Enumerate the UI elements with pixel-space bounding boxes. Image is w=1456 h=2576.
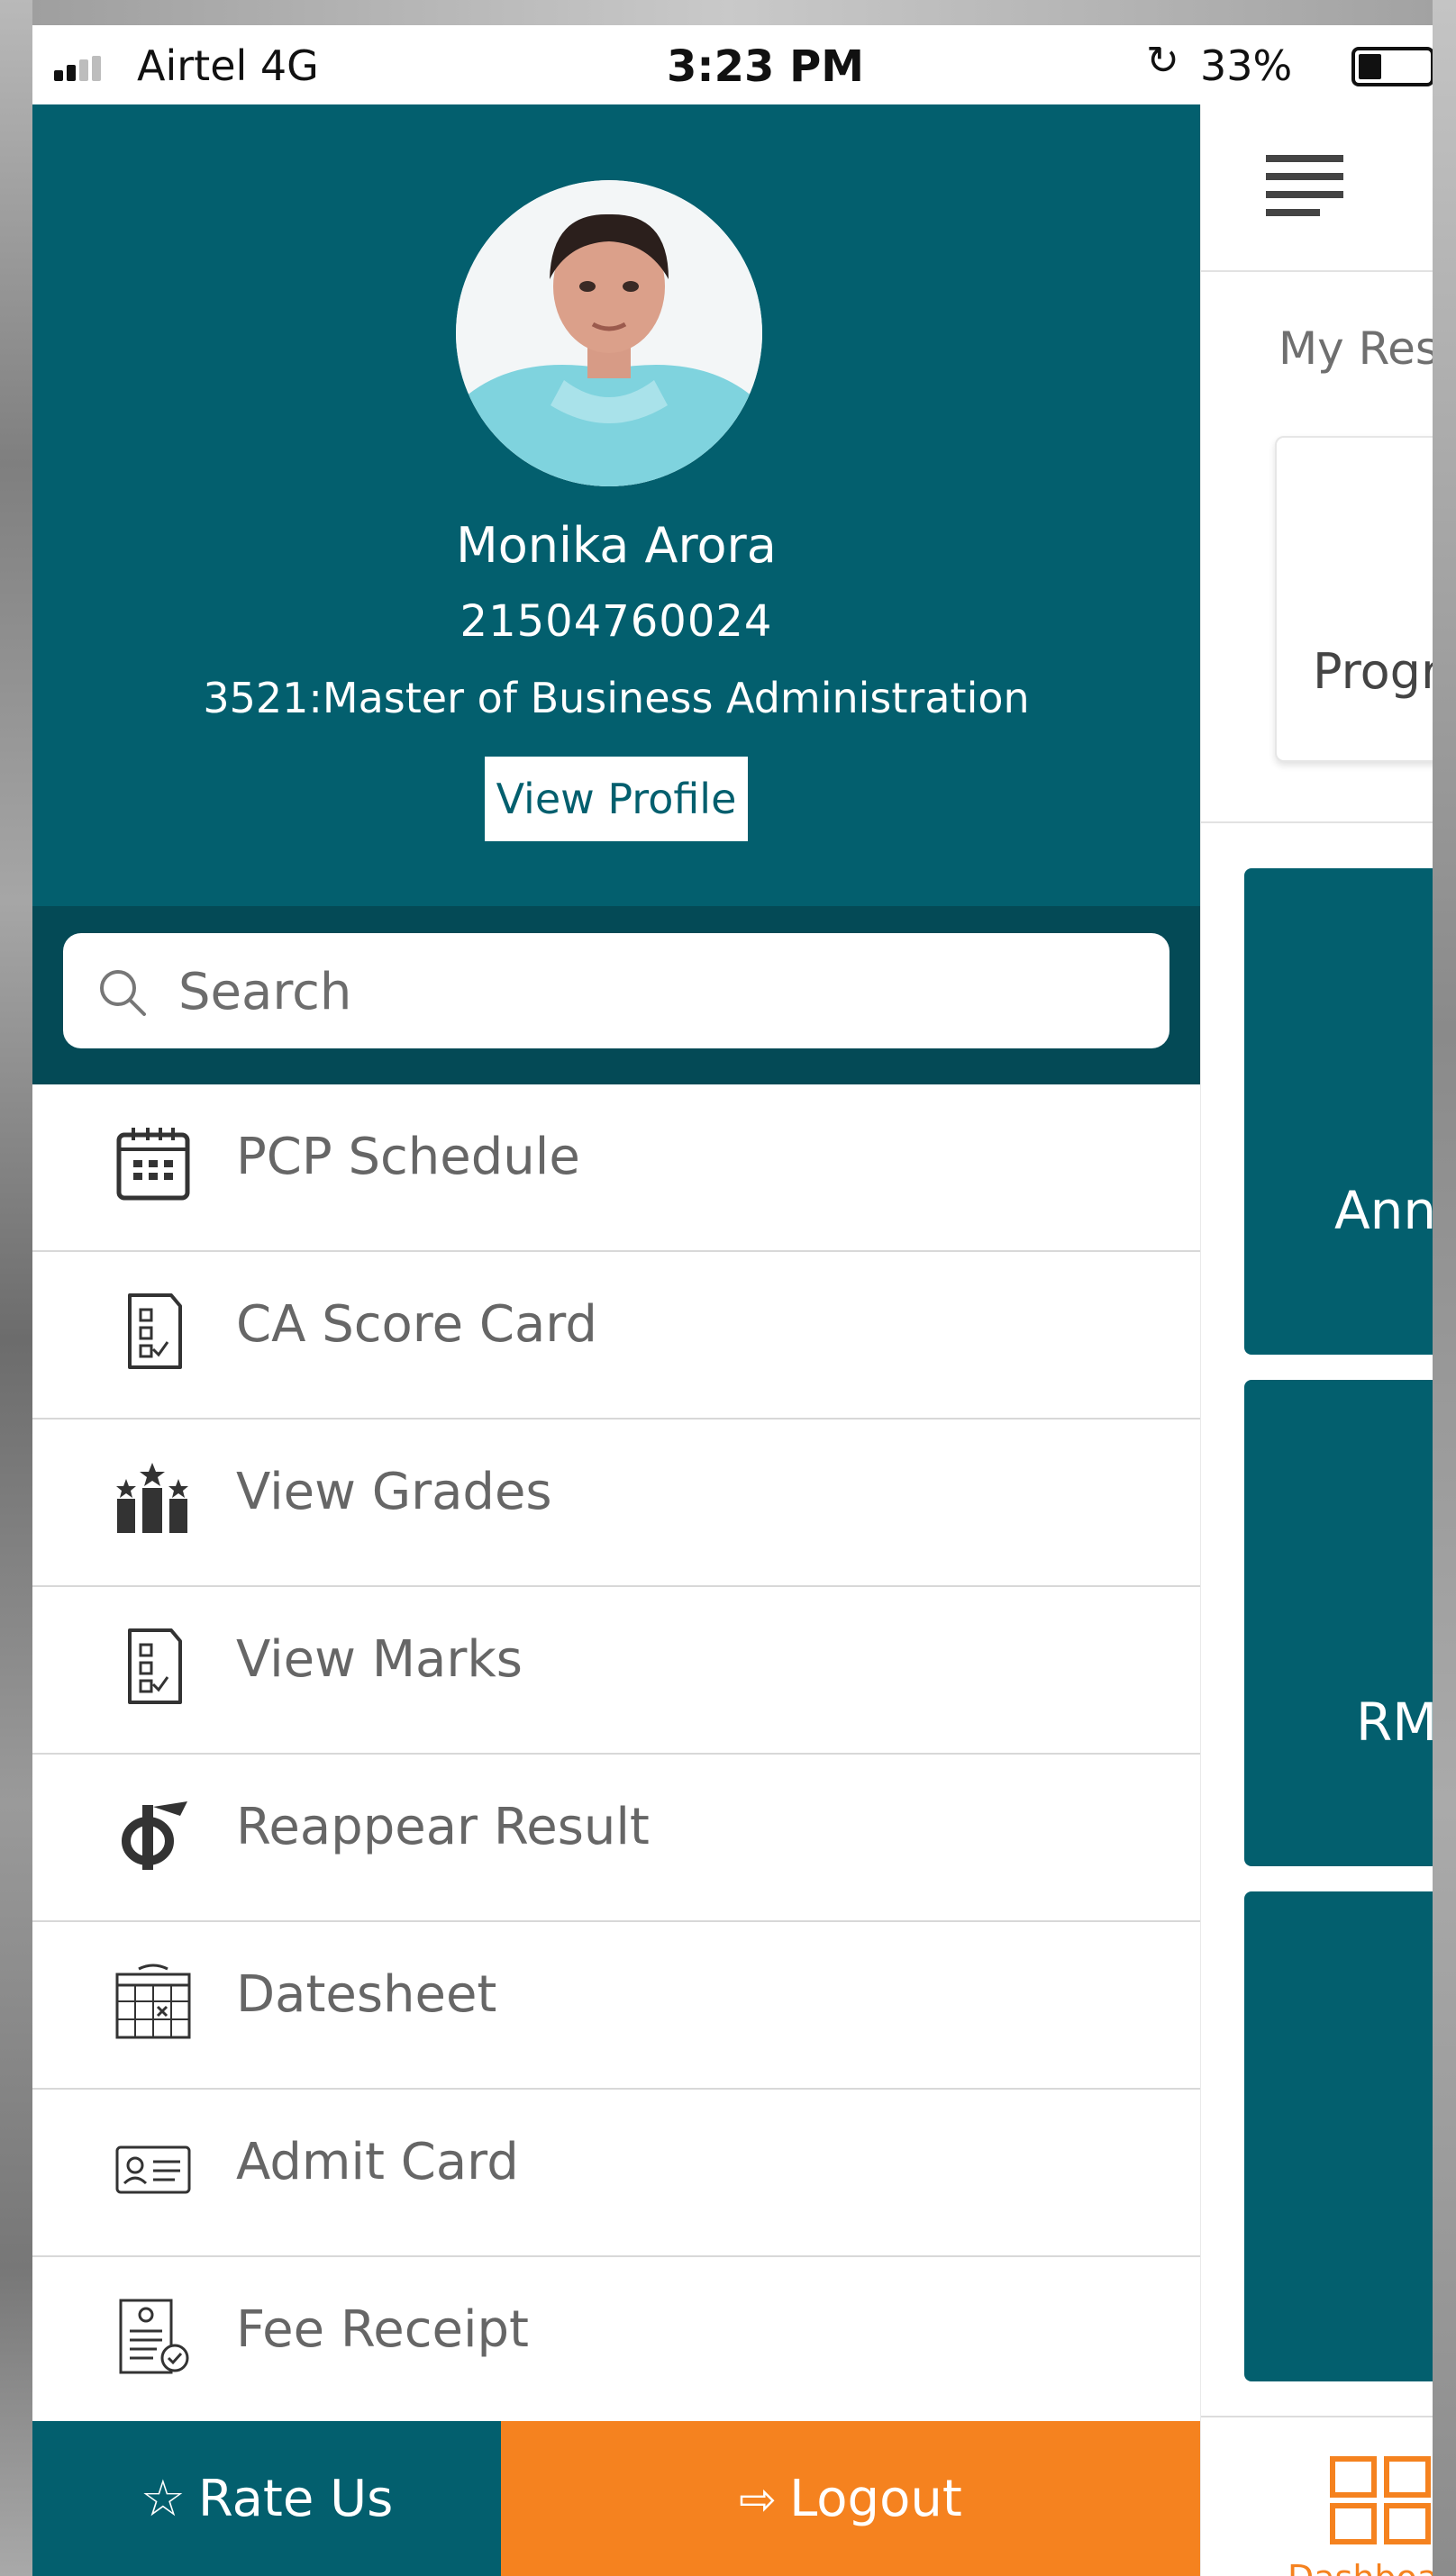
menu-item-pcp-schedule[interactable]: PCP Schedule	[32, 1084, 1200, 1252]
drawer-menu: PCP Schedule CA Score Card View Grades V…	[32, 1084, 1200, 2425]
menu-item-label: PCP Schedule	[236, 1128, 580, 1186]
status-bar: Airtel 4G 3:23 PM ↻ 33%	[32, 25, 1433, 104]
datesheet-icon	[115, 1964, 191, 2039]
menu-item-label: Datesheet	[236, 1965, 497, 2024]
dashboard-nav-label[interactable]: Dashboard	[1288, 2558, 1433, 2576]
menu-item-label: Reappear Result	[236, 1798, 650, 1856]
rate-us-label: Rate Us	[197, 2469, 394, 2528]
menu-item-fee-receipt[interactable]: Fee Receipt	[32, 2257, 1200, 2425]
hamburger-menu-icon[interactable]	[1266, 148, 1343, 225]
menu-item-reappear-result[interactable]: Reappear Result	[32, 1755, 1200, 1922]
avatar[interactable]	[456, 180, 762, 486]
drawer-footer: ☆ Rate Us ⇨ Logout	[32, 2421, 1200, 2576]
logout-label: Logout	[789, 2470, 962, 2529]
rotation-lock-icon: ↻	[1146, 38, 1179, 84]
menu-item-label: Admit Card	[236, 2133, 519, 2191]
photo-background-left	[0, 0, 32, 2576]
menu-item-label: View Marks	[236, 1630, 523, 1689]
navigation-drawer: Monika Arora 21504760024 3521:Master of …	[32, 104, 1200, 2576]
menu-item-label: CA Score Card	[236, 1295, 597, 1354]
registration-number: 21504760024	[460, 596, 773, 647]
search-bar-container	[32, 906, 1200, 1084]
photo-background-top	[0, 0, 1456, 25]
section-title: My Res	[1279, 322, 1433, 375]
carrier-label: Airtel 4G	[137, 41, 319, 90]
dashboard-tile-2[interactable]: RM	[1244, 1380, 1433, 1866]
view-profile-button[interactable]: View Profile	[485, 757, 748, 841]
checklist-icon	[128, 1293, 182, 1369]
grades-stars-icon	[116, 1463, 188, 1533]
battery-percent: 33%	[1200, 41, 1293, 90]
menu-item-datesheet[interactable]: Datesheet	[32, 1922, 1200, 2090]
toolbar-divider	[1201, 270, 1433, 272]
menu-item-label: View Grades	[236, 1463, 552, 1521]
search-icon	[100, 970, 146, 1016]
calendar-icon	[116, 1128, 190, 1201]
section-divider	[1201, 821, 1433, 823]
menu-item-view-grades[interactable]: View Grades	[32, 1420, 1200, 1587]
profile-name: Monika Arora	[456, 517, 777, 574]
program-name: 3521:Master of Business Administration	[203, 674, 1030, 722]
battery-icon	[1351, 47, 1433, 86]
search-box[interactable]	[63, 933, 1169, 1048]
menu-item-admit-card[interactable]: Admit Card	[32, 2090, 1200, 2257]
menu-item-label: Fee Receipt	[236, 2300, 530, 2359]
search-input[interactable]	[177, 953, 1135, 1030]
battery-level-fill	[1359, 54, 1381, 79]
logout-button[interactable]: ⇨ Logout	[501, 2421, 1200, 2576]
id-card-icon	[115, 2145, 191, 2194]
program-card[interactable]: Progr	[1275, 436, 1433, 762]
dashboard-tile-3[interactable]	[1244, 1891, 1433, 2381]
signal-strength-icon	[54, 56, 108, 81]
star-icon: ☆	[140, 2469, 186, 2528]
reappear-icon	[122, 1801, 187, 1870]
photo-background-right	[1433, 0, 1456, 2576]
program-card-label: Progr	[1313, 643, 1433, 700]
clock: 3:23 PM	[667, 41, 865, 92]
phone-screen: Airtel 4G 3:23 PM ↻ 33% Monika Arora 215…	[32, 25, 1433, 2576]
logout-icon: ⇨	[739, 2472, 778, 2526]
main-content: My Res Progr Ann RM Dashboard	[1200, 104, 1433, 2576]
receipt-icon	[119, 2299, 189, 2374]
profile-header: Monika Arora 21504760024 3521:Master of …	[32, 104, 1200, 906]
menu-item-ca-score-card[interactable]: CA Score Card	[32, 1252, 1200, 1420]
tile-label: Ann	[1334, 1180, 1433, 1241]
dashboard-tile-1[interactable]: Ann	[1244, 868, 1433, 1355]
dashboard-icon[interactable]	[1329, 2455, 1433, 2545]
tile-label: RM	[1356, 1692, 1433, 1753]
checklist-icon	[128, 1628, 182, 1704]
bottom-nav-divider	[1201, 2416, 1433, 2417]
menu-item-view-marks[interactable]: View Marks	[32, 1587, 1200, 1755]
rate-us-button[interactable]: ☆ Rate Us	[32, 2421, 501, 2576]
